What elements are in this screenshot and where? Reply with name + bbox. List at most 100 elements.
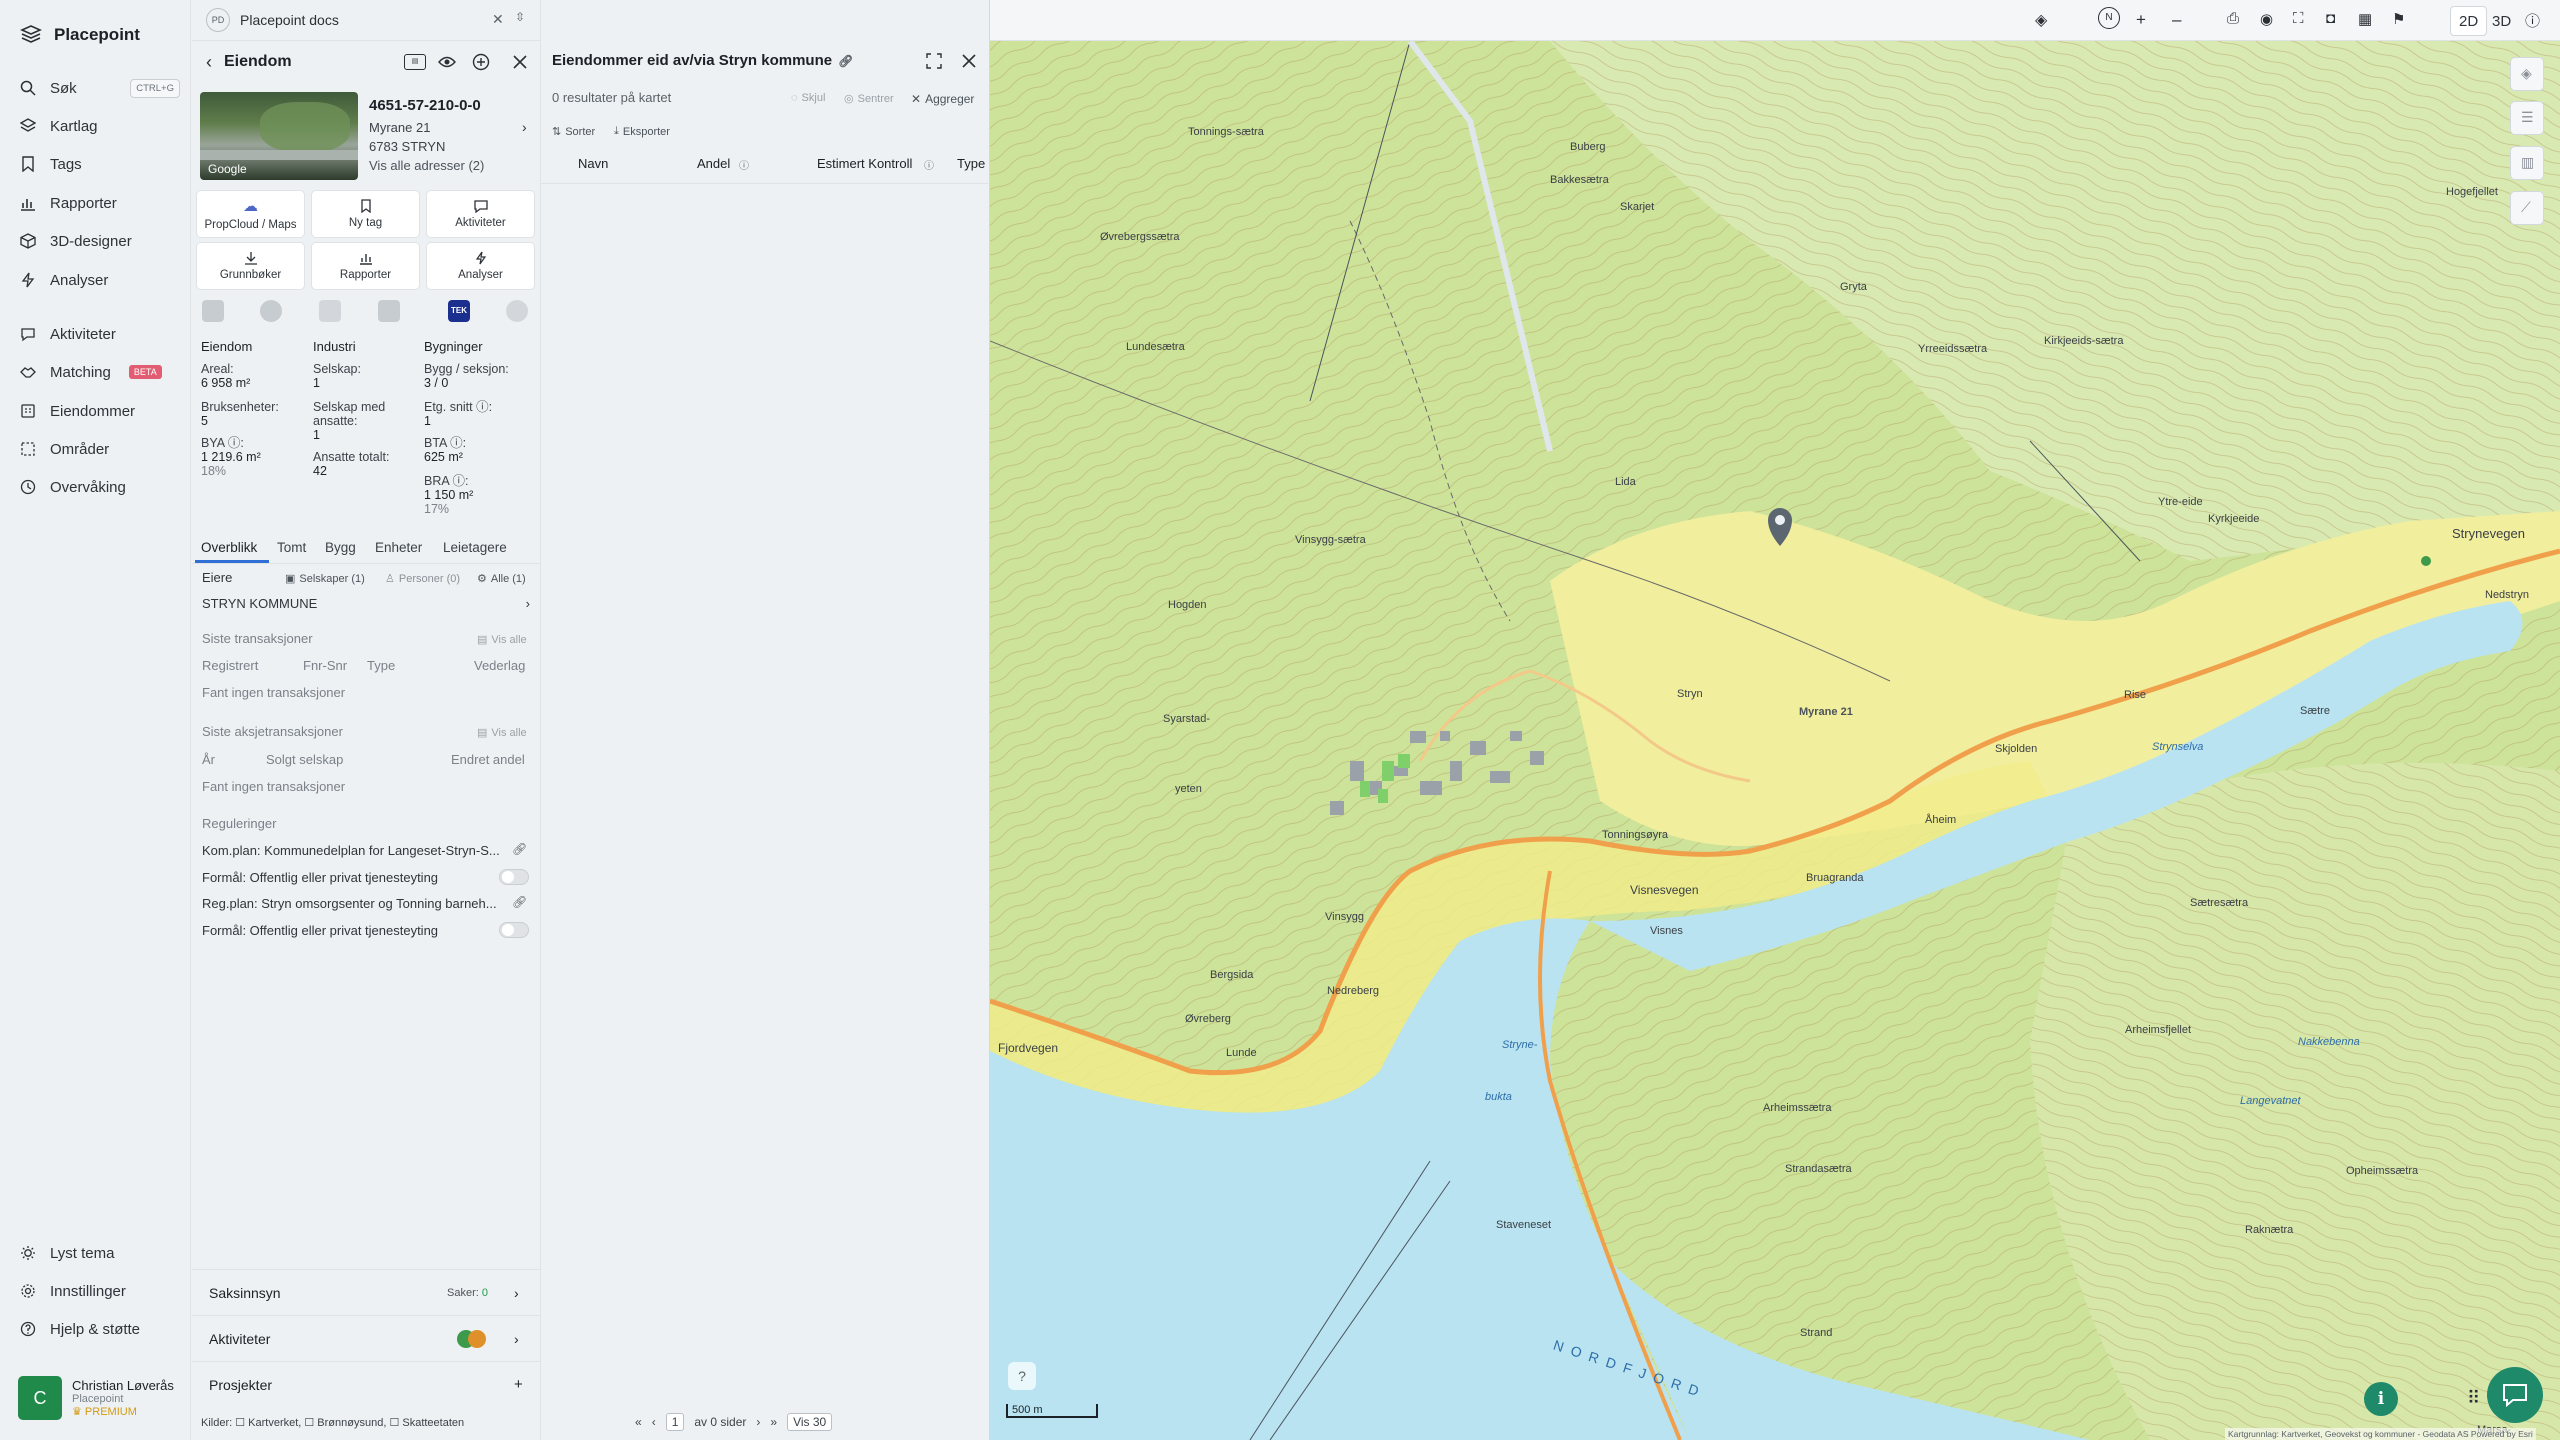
view-2d-button[interactable]: 2D xyxy=(2450,6,2488,36)
filter-personer[interactable]: ♙ Personer (0) xyxy=(385,572,460,586)
all-addresses-link[interactable]: Vis alle adresser (2) xyxy=(369,158,484,173)
propcloud-tile[interactable]: ☁ PropCloud / Maps xyxy=(196,190,305,238)
nav-item-3d-designer[interactable]: 3D-designer xyxy=(20,224,180,258)
nav-item-search[interactable]: Søk CTRL+G xyxy=(20,71,180,105)
transactions-show-all[interactable]: ▤ Vis alle xyxy=(477,633,527,647)
search-bar[interactable]: PD Placepoint docs ✕ ⇳ xyxy=(192,0,541,41)
export-button[interactable]: ⤓ Eksporter xyxy=(614,125,670,138)
user-profile[interactable]: C Christian Løverås Placepoint ♛ PREMIUM xyxy=(18,1372,178,1424)
nav-item-analyser[interactable]: Analyser xyxy=(20,263,180,297)
link-icon[interactable]: 🔗︎ xyxy=(512,895,527,909)
search-input[interactable]: Placepoint docs xyxy=(240,12,339,28)
id-card-icon[interactable]: ▤ xyxy=(404,54,426,70)
info-button[interactable]: i xyxy=(2364,1382,2398,1416)
print-icon[interactable]: ⎙ xyxy=(2227,10,2239,27)
reports-tile[interactable]: Rapporter xyxy=(311,242,420,290)
prosjekter-accordion[interactable]: Prosjekter + xyxy=(192,1361,541,1407)
brand[interactable]: Placepoint xyxy=(20,20,140,50)
col-type[interactable]: Type xyxy=(957,156,985,171)
page-input[interactable]: 1 xyxy=(665,1413,685,1431)
nav-item-innstillinger[interactable]: Innstillinger xyxy=(20,1274,180,1308)
layer-stack-icon[interactable]: ◈ xyxy=(2035,10,2047,30)
nav-item-lyst-tema[interactable]: Lyst tema xyxy=(20,1236,180,1270)
tab-tomt[interactable]: Tomt xyxy=(277,540,306,555)
source-logo-icon[interactable] xyxy=(202,300,224,322)
nav-item-aktiviteter[interactable]: Aktiviteter xyxy=(20,317,180,351)
info-icon[interactable]: ⓘ xyxy=(924,157,934,172)
sort-button[interactable]: ⇅ Sorter xyxy=(552,125,595,139)
filter-selskaper[interactable]: ▣ Selskaper (1) xyxy=(285,572,365,586)
back-icon[interactable]: ‹ xyxy=(206,52,212,73)
regulation-toggle[interactable] xyxy=(499,869,529,885)
col-estimert-kontroll[interactable]: Estimert Kontroll xyxy=(817,156,912,171)
map-canvas[interactable]: Tonnings-sætra Buberg Skarjet Bakkesætra… xyxy=(990,41,2560,1440)
tab-leietagere[interactable]: Leietagere xyxy=(443,540,507,555)
source-logo-icon[interactable] xyxy=(260,300,282,322)
clear-icon[interactable]: ✕ xyxy=(492,11,504,28)
tab-bygg[interactable]: Bygg xyxy=(325,540,356,555)
nav-item-tags[interactable]: Tags xyxy=(20,147,180,181)
per-page-select[interactable]: Vis 30 xyxy=(787,1413,833,1431)
first-page-icon[interactable]: « xyxy=(635,1415,642,1429)
next-page-icon[interactable]: › xyxy=(756,1415,760,1429)
camera-icon[interactable]: ◘ xyxy=(2326,10,2335,27)
grid-icon[interactable]: ▦ xyxy=(2358,10,2372,28)
compass-icon[interactable]: N xyxy=(2098,7,2120,29)
prev-page-icon[interactable]: ‹ xyxy=(652,1415,656,1429)
new-tag-tile[interactable]: Ny tag xyxy=(311,190,420,238)
nav-item-matching[interactable]: Matching BETA xyxy=(20,355,180,389)
chat-button[interactable] xyxy=(2487,1367,2543,1423)
map-layers-button[interactable]: ◈ xyxy=(2510,57,2544,91)
map-measure-button[interactable]: ⟋ xyxy=(2510,191,2544,225)
chevron-updown-icon[interactable]: ⇳ xyxy=(515,10,525,24)
center-button[interactable]: ◎ Sentrer xyxy=(844,92,894,106)
nav-item-omrader[interactable]: Områder xyxy=(20,432,180,466)
last-page-icon[interactable]: » xyxy=(770,1415,777,1429)
link-icon[interactable]: 🔗︎ xyxy=(838,54,853,68)
aggregate-button[interactable]: ✕ Aggreger xyxy=(911,92,974,106)
nav-item-overvaking[interactable]: Overvåking xyxy=(20,470,180,504)
add-circle-icon[interactable] xyxy=(472,53,490,71)
info-icon[interactable]: ⓘ xyxy=(2525,10,2540,31)
nav-item-kartlag[interactable]: Kartlag xyxy=(20,109,180,143)
activities-tile[interactable]: Aktiviteter xyxy=(426,190,535,238)
nav-item-rapporter[interactable]: Rapporter xyxy=(20,186,180,220)
nav-item-eiendommer[interactable]: Eiendommer xyxy=(20,394,180,428)
drag-handle-icon[interactable]: ⠿ xyxy=(2467,1388,2480,1409)
info-icon[interactable]: ⓘ xyxy=(739,157,749,172)
regulation-item[interactable]: Kom.plan: Kommunedelplan for Langeset-St… xyxy=(202,843,500,858)
share-transactions-show-all[interactable]: ▤ Vis alle xyxy=(477,726,527,740)
filter-alle[interactable]: ⚙ Alle (1) xyxy=(477,572,526,586)
regulation-item[interactable]: Reg.plan: Stryn omsorgsenter og Tonning … xyxy=(202,896,497,911)
aktiviteter-accordion[interactable]: Aktiviteter › xyxy=(192,1315,541,1361)
tek-logo-icon[interactable]: TEK xyxy=(448,300,470,322)
saksinnsyn-accordion[interactable]: Saksinnsyn Saker: 0 › xyxy=(192,1269,541,1315)
source-logo-icon[interactable] xyxy=(506,300,528,322)
eye-icon[interactable]: ◉ xyxy=(2260,10,2273,28)
zoom-in-icon[interactable]: + xyxy=(2136,10,2146,30)
view-3d-button[interactable]: 3D xyxy=(2484,6,2519,36)
close-icon[interactable] xyxy=(961,53,977,69)
regulation-toggle[interactable] xyxy=(499,922,529,938)
close-icon[interactable] xyxy=(512,54,528,70)
owner-row[interactable]: STRYN KOMMUNE › xyxy=(202,596,530,616)
map-legend-button[interactable]: ☰ xyxy=(2510,101,2544,135)
eye-icon[interactable] xyxy=(438,55,456,69)
nav-item-hjelp[interactable]: Hjelp & støtte xyxy=(20,1312,180,1346)
map-chart-button[interactable]: ▥ xyxy=(2510,146,2544,180)
source-logo-icon[interactable] xyxy=(319,300,341,322)
help-icon[interactable]: ? xyxy=(1008,1362,1036,1390)
analyses-tile[interactable]: Analyser xyxy=(426,242,535,290)
fullscreen-icon[interactable]: ⛶ xyxy=(2293,10,2304,27)
bookmark-icon[interactable]: ⚑ xyxy=(2392,10,2405,28)
expand-icon[interactable] xyxy=(926,53,942,69)
chevron-right-icon[interactable]: › xyxy=(522,119,527,135)
zoom-out-icon[interactable]: – xyxy=(2172,10,2181,30)
street-view-photo[interactable]: Google xyxy=(200,92,358,180)
col-andel[interactable]: Andel xyxy=(697,156,730,171)
col-navn[interactable]: Navn xyxy=(578,156,608,171)
grunnboker-tile[interactable]: Grunnbøker xyxy=(196,242,305,290)
tab-enheter[interactable]: Enheter xyxy=(375,540,422,555)
tab-overblikk[interactable]: Overblikk xyxy=(201,540,257,555)
link-icon[interactable]: 🔗︎ xyxy=(512,842,527,856)
